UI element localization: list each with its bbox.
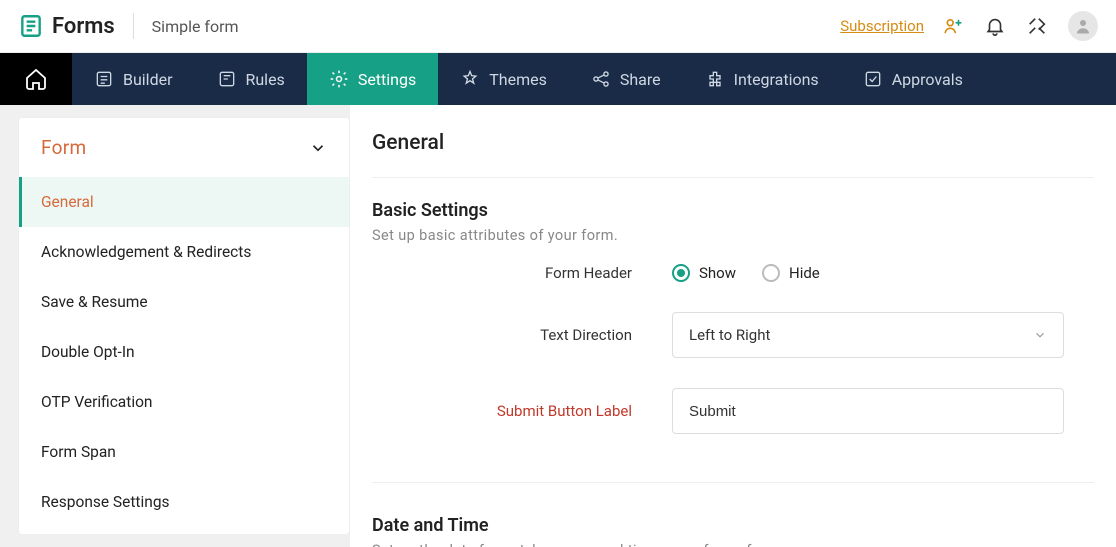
nav-label: Integrations [734,70,819,89]
user-add-icon[interactable] [942,15,964,37]
nav-approvals[interactable]: Approvals [841,53,985,105]
sidebar-item-response-settings[interactable]: Response Settings [19,477,349,527]
sidebar-item-label: Response Settings [41,493,170,511]
app-name: Forms [52,14,115,39]
chevron-down-icon [309,139,327,157]
approvals-icon [863,69,883,89]
section-title: Basic Settings [372,200,1094,221]
sidebar-item-label: OTP Verification [41,393,152,411]
form-header-show-radio[interactable]: Show [672,264,736,282]
nav-themes[interactable]: Themes [438,53,569,105]
radio-icon [762,264,780,282]
themes-icon [460,69,480,89]
sidebar-item-label: General [41,193,94,211]
nav-rules[interactable]: Rules [195,53,307,105]
rules-icon [217,69,237,89]
main-content: General Basic Settings Set up basic attr… [350,105,1116,547]
date-time-section: Date and Time Set up the date format, la… [372,493,1094,547]
divider [133,13,134,39]
tools-icon[interactable] [1026,15,1048,37]
forms-logo-icon [18,13,44,39]
sidebar-item-general[interactable]: General [19,177,349,227]
nav-integrations[interactable]: Integrations [683,53,841,105]
sidebar-item-form-span[interactable]: Form Span [19,427,349,477]
settings-sidebar: Form General Acknowledgement & Redirects… [0,105,350,547]
main-nav: Builder Rules Settings Themes Share Inte… [0,53,1116,105]
app-logo[interactable]: Forms [18,13,115,39]
form-header-hide-radio[interactable]: Hide [762,264,820,282]
sidebar-item-double-optin[interactable]: Double Opt-In [19,327,349,377]
sidebar-item-label: Form Span [41,443,116,461]
topbar: Forms Simple form Subscription [0,0,1116,53]
radio-label: Show [699,264,736,282]
integrations-icon [705,69,725,89]
bell-icon[interactable] [984,15,1006,37]
nav-label: Rules [246,70,285,89]
field-label: Submit Button Label [372,402,672,420]
share-icon [591,69,611,89]
field-label: Text Direction [372,326,672,344]
subscription-link[interactable]: Subscription [840,17,924,35]
nav-home-button[interactable] [0,53,72,105]
nav-label: Approvals [892,70,963,89]
nav-settings[interactable]: Settings [307,53,438,105]
nav-label: Settings [358,70,416,89]
nav-label: Share [620,70,661,89]
form-header-field: Form Header Show Hide [372,264,1094,282]
radio-label: Hide [789,264,820,282]
radio-icon [672,264,690,282]
submit-button-label-input[interactable] [672,388,1064,434]
section-title: Date and Time [372,515,1094,536]
divider [372,482,1094,483]
builder-icon [94,69,114,89]
nav-label: Themes [489,70,547,89]
sidebar-item-ack-redirects[interactable]: Acknowledgement & Redirects [19,227,349,277]
sidebar-section-form[interactable]: Form [19,118,349,177]
sidebar-item-label: Acknowledgement & Redirects [41,243,251,261]
select-value: Left to Right [689,326,770,344]
nav-share[interactable]: Share [569,53,683,105]
sidebar-section-title: Form [41,136,86,159]
page-title: General [372,131,1094,178]
text-direction-select[interactable]: Left to Right [672,312,1064,358]
sidebar-item-label: Double Opt-In [41,343,135,361]
section-description: Set up basic attributes of your form. [372,227,1094,244]
sidebar-item-save-resume[interactable]: Save & Resume [19,277,349,327]
text-direction-field: Text Direction Left to Right [372,312,1094,358]
basic-settings-section: Basic Settings Set up basic attributes o… [372,178,1094,472]
section-description: Set up the date format, language and tim… [372,542,1094,547]
chevron-down-icon [1033,328,1047,342]
form-name-label: Simple form [152,17,239,36]
settings-icon [329,69,349,89]
user-avatar[interactable] [1068,11,1098,41]
nav-label: Builder [123,70,173,89]
nav-builder[interactable]: Builder [72,53,195,105]
field-label: Form Header [372,264,672,282]
submit-button-label-field: Submit Button Label [372,388,1094,434]
sidebar-item-label: Save & Resume [41,293,148,311]
sidebar-item-otp-verification[interactable]: OTP Verification [19,377,349,427]
